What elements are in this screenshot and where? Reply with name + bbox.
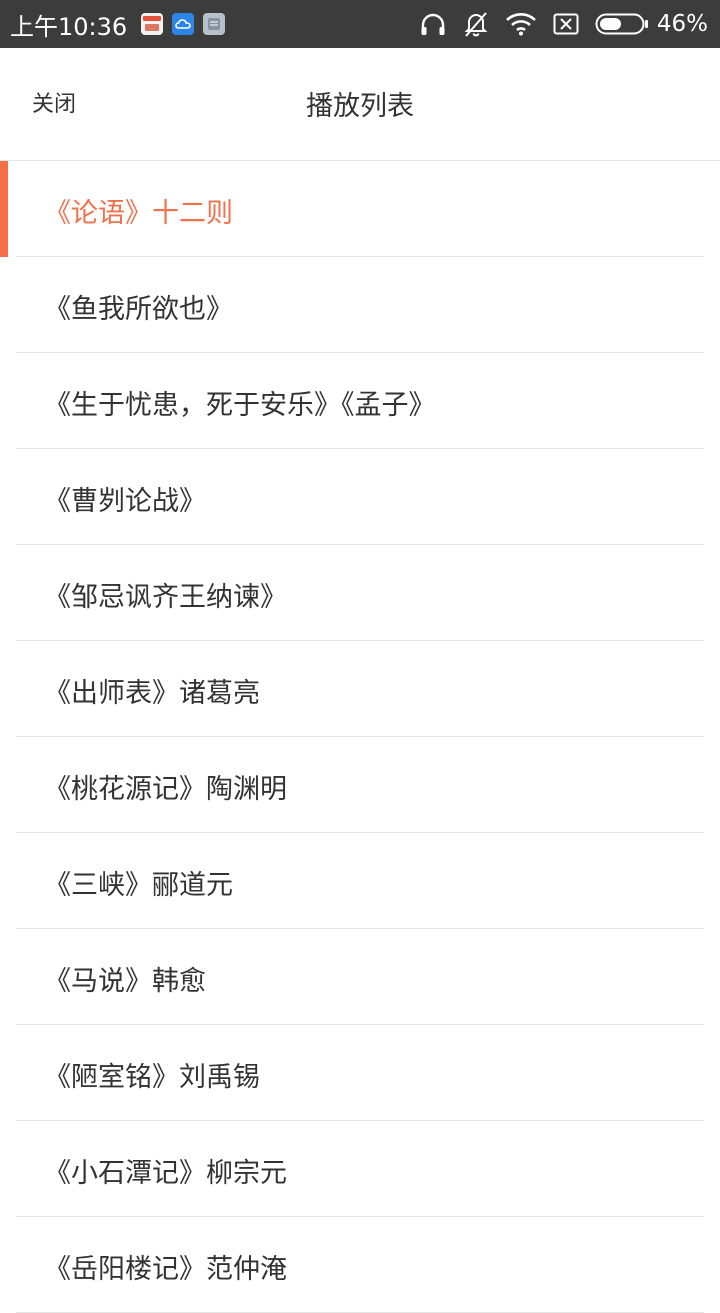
- playlist-item[interactable]: 《马说》韩愈: [0, 929, 720, 1025]
- header-bar: 关闭 播放列表: [0, 48, 720, 161]
- playlist-item[interactable]: 《小石潭记》柳宗元: [0, 1121, 720, 1217]
- playlist-item[interactable]: 《曹刿论战》: [0, 449, 720, 545]
- battery-percentage: 46%: [656, 11, 708, 37]
- notes-app-icon: [203, 13, 226, 35]
- playlist-item[interactable]: 《三峡》郦道元: [0, 833, 720, 929]
- playlist: 《论语》十二则 《鱼我所欲也》 《生于忧患，死于安乐》《孟子》 《曹刿论战》 《…: [0, 161, 720, 1313]
- playlist-item-label: 《鱼我所欲也》: [44, 294, 233, 325]
- playlist-item-label: 《陋室铭》刘禹锡: [44, 1062, 260, 1093]
- playlist-item-label: 《生于忧患，死于安乐》《孟子》: [44, 390, 436, 421]
- page-title: 播放列表: [306, 91, 414, 122]
- playlist-item-label: 《三峡》郦道元: [44, 870, 233, 901]
- wifi-icon: [505, 12, 537, 36]
- cloud-app-icon: [172, 13, 195, 35]
- status-time: 上午10:36: [10, 12, 128, 41]
- playlist-item[interactable]: 《陋室铭》刘禹锡: [0, 1025, 720, 1121]
- status-left: 上午10:36: [0, 7, 234, 42]
- playlist-item-active[interactable]: 《论语》十二则: [0, 161, 720, 257]
- mute-bell-icon: [463, 10, 489, 38]
- playlist-item-label: 《岳阳楼记》范仲淹: [44, 1254, 287, 1285]
- playlist-item-label: 《曹刿论战》: [44, 486, 206, 517]
- playlist-item[interactable]: 《出师表》诸葛亮: [0, 641, 720, 737]
- playlist-item-label: 《论语》十二则: [44, 198, 233, 229]
- no-sim-icon: [553, 13, 579, 35]
- calendar-app-icon: [141, 13, 164, 35]
- playlist-item[interactable]: 《鱼我所欲也》: [0, 257, 720, 353]
- playlist-item-label: 《小石潭记》柳宗元: [44, 1158, 287, 1189]
- playlist-item-label: 《桃花源记》陶渊明: [44, 774, 287, 805]
- status-bar: 上午10:36 46%: [0, 0, 720, 48]
- active-indicator: [0, 161, 8, 257]
- playlist-item-label: 《邹忌讽齐王纳谏》: [44, 582, 287, 613]
- battery-icon: [595, 13, 649, 35]
- playlist-item-label: 《出师表》诸葛亮: [44, 678, 260, 709]
- playlist-item[interactable]: 《桃花源记》陶渊明: [0, 737, 720, 833]
- playlist-item[interactable]: 《邹忌讽齐王纳谏》: [0, 545, 720, 641]
- headphones-icon: [419, 11, 447, 37]
- playlist-item-label: 《马说》韩愈: [44, 966, 206, 997]
- playlist-item[interactable]: 《岳阳楼记》范仲淹: [0, 1217, 720, 1313]
- status-right: 46%: [403, 10, 720, 38]
- playlist-item[interactable]: 《生于忧患，死于安乐》《孟子》: [0, 353, 720, 449]
